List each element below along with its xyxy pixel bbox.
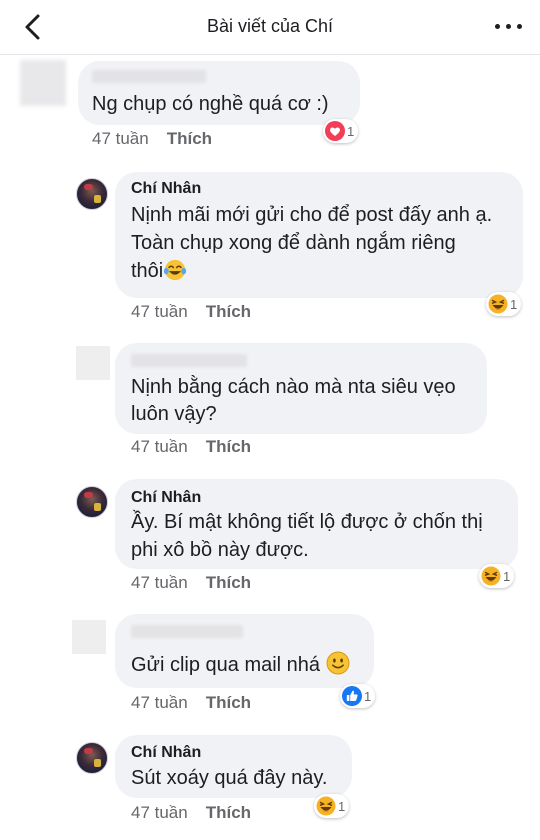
reaction-count: 1	[510, 296, 518, 312]
avatar[interactable]	[20, 60, 66, 106]
reaction-count: 1	[364, 688, 372, 704]
reaction-badge[interactable]: 1	[340, 684, 376, 708]
comment-meta: 47 tuần Thích	[131, 302, 251, 322]
avatar-chi-nhan[interactable]	[76, 486, 108, 518]
comment-text-line: phi xô bồ này được.	[131, 539, 309, 561]
header-bar: Bài viết của Chí	[0, 0, 540, 55]
author-name-redacted	[92, 70, 206, 83]
comment-meta: 47 tuần Thích	[131, 803, 251, 823]
comment-text-line: Nịnh mãi mới gửi cho để post đấy anh ạ.	[131, 204, 493, 226]
author-name-redacted	[131, 354, 247, 367]
author-name-redacted	[131, 625, 243, 638]
comment-time: 47 tuần	[131, 693, 188, 712]
avatar[interactable]	[76, 346, 110, 380]
comment-time: 47 tuần	[92, 129, 149, 148]
avatar-detail	[84, 184, 93, 190]
comment-text-line: luôn vậy?	[131, 403, 217, 425]
comment-meta: 47 tuần Thích	[131, 573, 251, 593]
avatar-chi-nhan[interactable]	[76, 178, 108, 210]
comment-text-line: Toàn chụp xong để dành ngắm riêng	[131, 232, 456, 254]
comment-text: Sút xoáy quá đây này.	[131, 767, 328, 789]
comment-author[interactable]: Chí Nhân	[131, 744, 201, 762]
tears-of-joy-emoji-icon	[163, 259, 187, 281]
comment-time: 47 tuần	[131, 437, 188, 456]
laugh-icon	[488, 294, 508, 314]
chevron-left-icon	[25, 14, 40, 40]
reaction-count: 1	[347, 123, 355, 139]
laugh-icon	[481, 566, 501, 586]
more-dot-icon	[495, 24, 500, 29]
thumbs-up-icon	[342, 686, 362, 706]
avatar[interactable]	[72, 620, 106, 654]
like-button[interactable]: Thích	[206, 437, 251, 456]
comment-author[interactable]: Chí Nhân	[131, 180, 201, 198]
page-title: Bài viết của Chí	[206, 16, 334, 36]
avatar-detail	[94, 759, 101, 767]
avatar-detail	[94, 503, 101, 511]
heart-icon	[325, 121, 345, 141]
comment-time: 47 tuần	[131, 302, 188, 321]
avatar-detail	[84, 492, 93, 498]
comment-meta: 47 tuần Thích	[131, 437, 251, 457]
like-button[interactable]: Thích	[206, 693, 251, 712]
reaction-badge[interactable]: 1	[486, 292, 522, 316]
comment-author[interactable]: Chí Nhân	[131, 489, 201, 507]
comment-meta: 47 tuần Thích	[92, 129, 212, 149]
comment-time: 47 tuần	[131, 803, 188, 822]
comment-text-line: Ầy. Bí mật không tiết lộ được ở chốn thị	[131, 511, 483, 533]
reaction-count: 1	[503, 568, 511, 584]
comment-meta: 47 tuần Thích	[131, 693, 251, 713]
like-button[interactable]: Thích	[167, 129, 212, 148]
more-options-button[interactable]	[493, 14, 525, 38]
more-dot-icon	[517, 24, 522, 29]
comment-text: Gửi clip qua mail nhá	[131, 654, 321, 676]
comment-text-line: Gửi clip qua mail nhá	[131, 650, 350, 681]
reaction-badge[interactable]: 1	[479, 564, 515, 588]
avatar-detail	[94, 195, 101, 203]
comment-time: 47 tuần	[131, 573, 188, 592]
reaction-count: 1	[338, 798, 346, 814]
more-dot-icon	[506, 24, 511, 29]
avatar-detail	[84, 748, 93, 754]
reaction-badge[interactable]: 1	[323, 119, 359, 143]
laugh-icon	[316, 796, 336, 816]
back-button[interactable]	[18, 12, 48, 42]
comment-text: Ng chụp có nghề quá cơ :)	[92, 93, 329, 115]
comment-text-line: thôi	[131, 256, 187, 287]
like-button[interactable]: Thích	[206, 803, 251, 822]
smile-emoji-icon	[326, 651, 350, 675]
comment-text-fragment: thôi	[131, 260, 164, 282]
like-button[interactable]: Thích	[206, 302, 251, 321]
like-button[interactable]: Thích	[206, 573, 251, 592]
reaction-badge[interactable]: 1	[314, 794, 350, 818]
avatar-chi-nhan[interactable]	[76, 742, 108, 774]
